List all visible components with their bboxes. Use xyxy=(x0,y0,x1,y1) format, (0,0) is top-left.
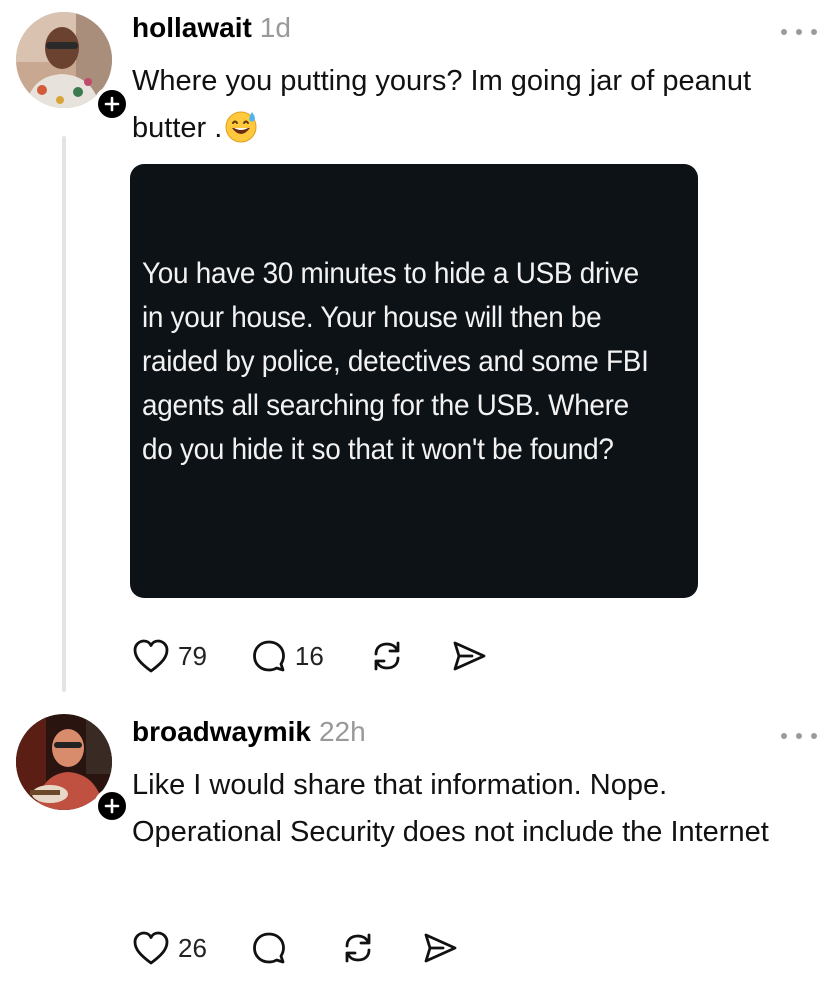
thread-line xyxy=(62,136,66,692)
share-button[interactable] xyxy=(450,638,488,674)
post-1: hollawait 1d Where you putting yours? Im… xyxy=(0,0,833,700)
plus-icon xyxy=(104,96,120,112)
like-button[interactable]: 26 xyxy=(132,930,207,966)
post-text: Like I would share that information. Nop… xyxy=(132,762,772,856)
post-text: Where you putting yours? Im going jar of… xyxy=(132,58,792,152)
post-image-text: You have 30 minutes to hide a USB drive … xyxy=(142,257,649,466)
heart-icon xyxy=(133,639,169,673)
more-dots-icon[interactable] xyxy=(781,726,817,746)
share-button[interactable] xyxy=(421,930,459,966)
post-image[interactable]: You have 30 minutes to hide a USB drive … xyxy=(130,164,698,598)
avatar-wrap xyxy=(16,12,130,122)
speech-bubble-icon xyxy=(253,932,285,964)
post-header: broadwaymik 22h xyxy=(132,716,366,748)
repost-button[interactable] xyxy=(339,930,377,966)
repost-arrows-icon xyxy=(345,933,371,963)
post-header: hollawait 1d xyxy=(132,12,291,44)
more-dots-icon[interactable] xyxy=(781,22,817,42)
post-text-content: Like I would share that information. Nop… xyxy=(132,769,769,848)
send-icon xyxy=(424,933,457,963)
repost-arrows-icon xyxy=(374,641,400,671)
action-bar: 26 xyxy=(132,930,503,966)
like-count: 26 xyxy=(178,932,207,963)
timestamp: 1d xyxy=(259,12,291,43)
avatar-wrap xyxy=(16,714,130,824)
heart-icon xyxy=(133,931,169,965)
username[interactable]: broadwaymik xyxy=(132,716,311,748)
plus-icon xyxy=(104,798,120,814)
repost-button[interactable] xyxy=(368,638,406,674)
reply-count: 16 xyxy=(294,640,324,671)
follow-button[interactable] xyxy=(94,788,130,824)
speech-bubble-icon xyxy=(253,640,285,672)
reply-button[interactable]: 16 xyxy=(251,638,324,674)
post-2: broadwaymik 22h Like I would share that … xyxy=(0,700,833,1000)
send-icon xyxy=(453,641,486,671)
username[interactable]: hollawait xyxy=(132,12,252,44)
timestamp: 22h xyxy=(318,716,366,747)
reply-button[interactable] xyxy=(251,930,295,966)
like-button[interactable]: 79 xyxy=(132,638,207,674)
grinning-sweat-emoji xyxy=(225,111,257,143)
like-count: 79 xyxy=(178,640,207,671)
follow-button[interactable] xyxy=(94,86,130,122)
action-bar: 79 16 xyxy=(132,638,532,674)
